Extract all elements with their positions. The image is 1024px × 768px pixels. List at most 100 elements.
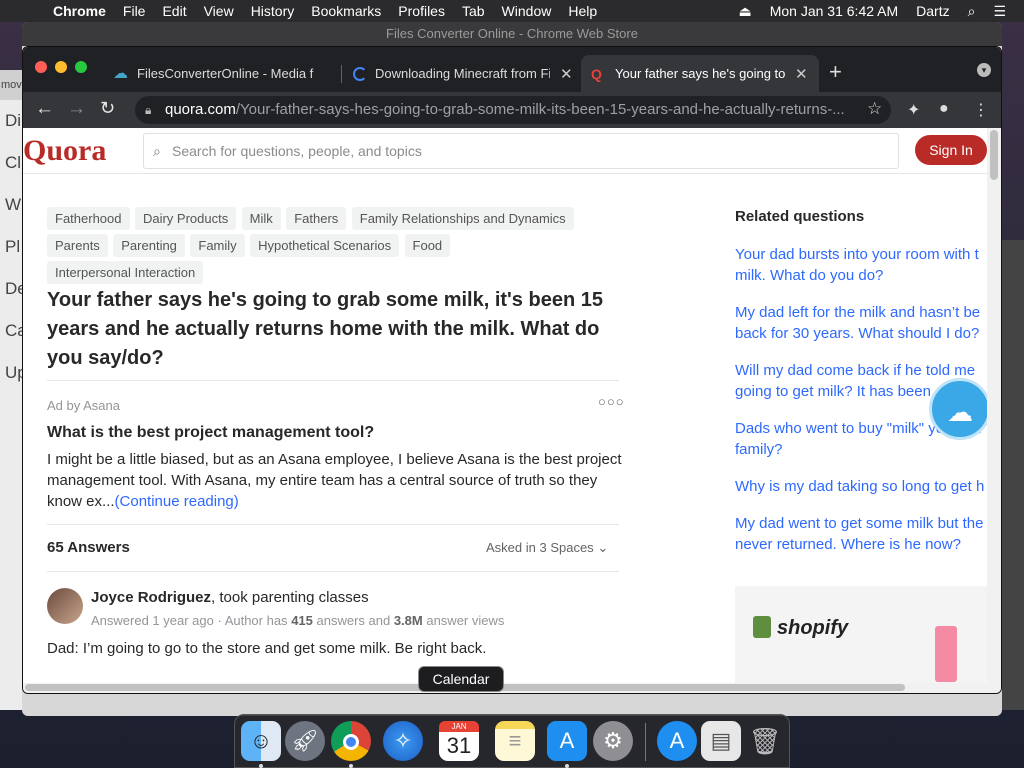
menu-tab[interactable]: Tab: [462, 3, 485, 19]
question-title: Your father says he's going to grab some…: [47, 289, 603, 369]
topic-tag[interactable]: Parenting: [113, 234, 185, 257]
menu-bookmarks[interactable]: Bookmarks: [311, 3, 381, 19]
tab-minecraft-download[interactable]: Downloading Minecraft from Fi ✕: [343, 55, 583, 92]
asked-in-label: Asked in 3 Spaces: [486, 540, 594, 555]
author-name[interactable]: Joyce Rodriguez: [91, 589, 211, 606]
search-placeholder: Search for questions, people, and topics: [172, 143, 422, 159]
more-options-icon[interactable]: ○○○: [598, 394, 625, 409]
meta-suffix: answer views: [422, 613, 505, 628]
horizontal-scrollbar[interactable]: [23, 683, 1001, 693]
menu-help[interactable]: Help: [568, 3, 597, 19]
menu-profiles[interactable]: Profiles: [398, 3, 445, 19]
control-center-icon[interactable]: ☰: [993, 3, 1006, 20]
left-strip-letter: De: [5, 279, 22, 298]
tab-quora-question[interactable]: Q Your father says he's going to ✕: [581, 55, 819, 92]
left-strip-letter: Up: [5, 363, 22, 382]
close-tab-icon[interactable]: ✕: [795, 65, 808, 83]
tab-label: FilesConverterOnline - Media f: [137, 66, 314, 81]
topic-tag[interactable]: Fathers: [286, 207, 347, 230]
trash-icon[interactable]: 🗑︎: [745, 721, 785, 761]
left-strip-letter: Pl: [5, 237, 21, 256]
eject-icon[interactable]: ⏏: [738, 3, 751, 20]
app-store-icon[interactable]: A: [547, 721, 587, 761]
sign-in-button[interactable]: Sign In: [915, 135, 987, 165]
calendar-icon[interactable]: JAN 31: [439, 721, 479, 761]
related-question-link[interactable]: My dad left for the milk and hasn’t be b…: [735, 302, 989, 344]
tab-search-icon[interactable]: ▾: [977, 63, 991, 77]
shopify-ad[interactable]: shopify: [735, 586, 989, 686]
menu-app-name[interactable]: Chrome: [53, 3, 106, 19]
ad-title[interactable]: What is the best project management tool…: [47, 424, 374, 442]
divider: [47, 571, 619, 572]
topic-list: Fatherhood Dairy Products Milk Fathers F…: [47, 207, 587, 288]
menu-window[interactable]: Window: [502, 3, 552, 19]
menu-view[interactable]: View: [204, 3, 234, 19]
left-strip-letter: W: [5, 195, 22, 214]
app-store-folder-icon[interactable]: A: [657, 721, 697, 761]
menubar-user[interactable]: Dartz: [916, 3, 949, 19]
floating-cloud-icon[interactable]: ☁: [929, 378, 989, 440]
maximize-window-icon[interactable]: [75, 61, 87, 73]
notes-icon[interactable]: ≡: [495, 721, 535, 761]
avatar[interactable]: [47, 588, 83, 624]
topic-tag[interactable]: Interpersonal Interaction: [47, 261, 204, 284]
extensions-icon[interactable]: ✦: [907, 100, 920, 120]
finder-icon[interactable]: ☺: [241, 721, 281, 761]
answer-author: Joyce Rodriguez, took parenting classes: [91, 589, 369, 606]
document-icon[interactable]: ▤: [701, 721, 741, 761]
topic-tag[interactable]: Family: [190, 234, 245, 257]
menu-edit[interactable]: Edit: [162, 3, 186, 19]
chrome-menu-icon[interactable]: ⋮: [973, 100, 989, 120]
back-icon[interactable]: ←: [35, 98, 54, 120]
continue-reading-link[interactable]: (Continue reading): [115, 493, 239, 510]
related-question-link[interactable]: Your dad bursts into your room with t mi…: [735, 244, 989, 286]
menu-file[interactable]: File: [123, 3, 146, 19]
shopping-bag-icon: [753, 616, 771, 638]
lock-icon[interactable]: 🔒︎: [145, 96, 151, 124]
reload-icon[interactable]: ↻: [100, 98, 115, 119]
chrome-icon[interactable]: [331, 721, 371, 761]
close-window-icon[interactable]: [35, 61, 47, 73]
forward-icon[interactable]: →: [67, 98, 86, 120]
topic-tag[interactable]: Family Relationships and Dynamics: [351, 207, 574, 230]
related-question-link[interactable]: Why is my dad taking so long to get h: [735, 476, 989, 497]
tab-files-converter[interactable]: ☁ FilesConverterOnline - Media f: [103, 55, 335, 92]
bookmark-star-icon[interactable]: ☆: [867, 99, 882, 119]
divider: [47, 524, 619, 525]
system-preferences-icon[interactable]: ⚙: [593, 721, 633, 761]
profile-avatar-icon[interactable]: ●: [939, 100, 949, 118]
window-controls: [35, 61, 87, 73]
dock-tooltip: Calendar: [418, 666, 504, 692]
topic-tag[interactable]: Food: [404, 234, 451, 257]
calendar-day: 31: [446, 733, 472, 758]
spotlight-icon[interactable]: ⌕: [968, 3, 976, 20]
vertical-scroll-thumb[interactable]: [990, 130, 998, 180]
asked-in-spaces-dropdown[interactable]: Asked in 3 Spaces ⌄: [486, 540, 608, 556]
url-path: /Your-father-says-hes-going-to-grab-some…: [235, 101, 845, 118]
vertical-scrollbar[interactable]: [987, 128, 1001, 687]
search-input[interactable]: ⌕ Search for questions, people, and topi…: [143, 133, 899, 169]
url-host: quora.com: [165, 101, 236, 118]
topic-tag[interactable]: Hypothetical Scenarios: [250, 234, 400, 257]
launchpad-icon[interactable]: 🚀︎: [285, 721, 325, 761]
topic-tag[interactable]: Dairy Products: [134, 207, 237, 230]
topic-tag[interactable]: Milk: [241, 207, 281, 230]
left-strip-letter: Di: [5, 111, 22, 130]
topic-tag[interactable]: Parents: [47, 234, 108, 257]
related-question-link[interactable]: My dad went to get some milk but the nev…: [735, 513, 989, 555]
running-indicator: [565, 764, 569, 768]
new-tab-button[interactable]: +: [829, 59, 842, 85]
answers-count: 65 Answers: [47, 539, 130, 556]
address-bar[interactable]: 🔒︎ quora.com/Your-father-says-hes-going-…: [135, 96, 891, 124]
menubar-status-area: ⏏ Mon Jan 31 6:42 AM Dartz ⌕ ☰: [738, 0, 1024, 22]
safari-icon[interactable]: ✧: [383, 721, 423, 761]
quora-logo[interactable]: Quora: [23, 134, 106, 168]
minimize-window-icon[interactable]: [55, 61, 67, 73]
topic-tag[interactable]: Fatherhood: [47, 207, 130, 230]
dock: ☺ 🚀︎ ✧ JAN 31 ≡ A ⚙ A ▤ 🗑︎: [234, 714, 790, 768]
menu-history[interactable]: History: [251, 3, 295, 19]
meta-prefix: Answered 1 year ago · Author has: [91, 613, 292, 628]
close-tab-icon[interactable]: ✕: [560, 65, 573, 83]
tab-strip: ☁ FilesConverterOnline - Media f Downloa…: [23, 47, 1001, 92]
menubar-clock[interactable]: Mon Jan 31 6:42 AM: [770, 3, 898, 19]
